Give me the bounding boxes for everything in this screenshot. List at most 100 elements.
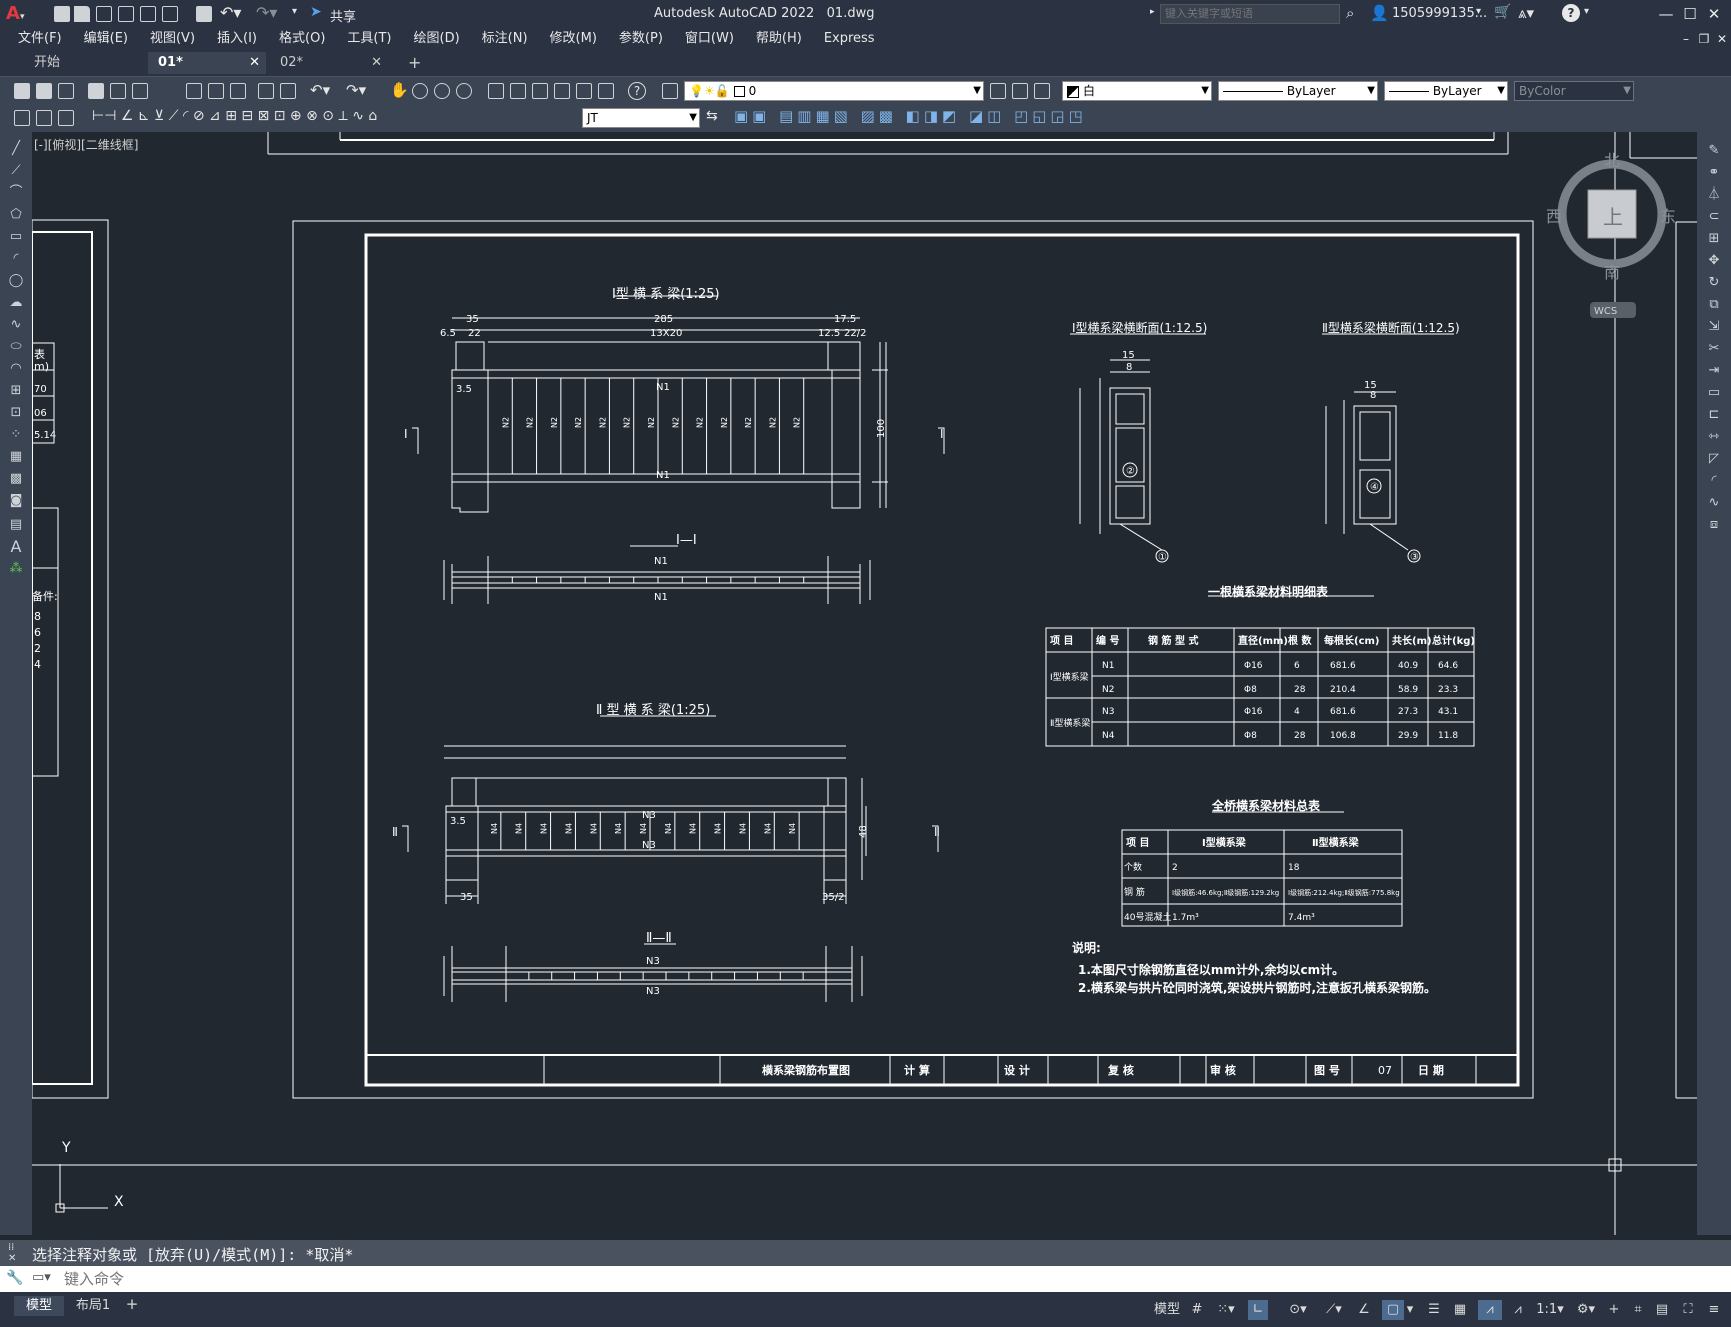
menu-format[interactable]: 格式(O) (268, 28, 336, 50)
region-icon[interactable]: ◙ (7, 492, 25, 510)
command-input[interactable] (64, 1268, 1704, 1290)
transparency-icon[interactable]: ▦ (1450, 1300, 1470, 1320)
customize-wrench-icon[interactable]: 🔧 (6, 1270, 23, 1286)
doc-close-button[interactable]: ✕ (1712, 29, 1731, 49)
rotate-icon[interactable]: ↻ (1705, 274, 1723, 292)
workspace-gear-icon[interactable]: ⚙▾ (1572, 1300, 1600, 1320)
customize-status-icon[interactable]: ≡ (1704, 1300, 1724, 1320)
autodesk-a360-icon[interactable]: ⩓▾ (1518, 4, 1534, 22)
layer-tool-icon[interactable] (14, 110, 30, 126)
layer-lock-icon[interactable]: 🔓 (715, 84, 730, 98)
make-block-icon[interactable]: ⊡ (7, 404, 25, 422)
autoscale-icon[interactable]: ⩘ (1508, 1300, 1528, 1320)
autocad-logo-icon[interactable]: A▾ (6, 4, 32, 24)
construction-line-icon[interactable]: ⟋ (7, 162, 25, 180)
move-icon[interactable]: ✥ (1705, 252, 1723, 270)
user-dropdown-icon[interactable]: ▾ (1476, 6, 1481, 17)
user-icon[interactable]: 👤 (1370, 4, 1389, 22)
add-layout-button[interactable]: + (124, 1294, 140, 1314)
menu-view[interactable]: 视图(V) (139, 28, 206, 50)
break-at-point-icon[interactable]: ▭ (1705, 384, 1723, 402)
tab-02[interactable]: 02* ✕ (270, 52, 388, 74)
menu-tools[interactable]: 工具(T) (336, 28, 402, 50)
ortho-icon[interactable]: ∟ (1248, 1300, 1268, 1320)
search-icon[interactable]: ⌕ (1346, 4, 1354, 22)
share-button[interactable]: 共享 (330, 6, 356, 25)
polyline-icon[interactable]: ⌒ (7, 184, 25, 202)
fillet-icon[interactable]: ◜ (1705, 472, 1723, 490)
rectangle-icon[interactable]: ▭ (7, 228, 25, 246)
make-current-layer-icon[interactable] (990, 83, 1006, 99)
open-file-icon[interactable] (74, 6, 90, 22)
search-input[interactable] (1160, 4, 1340, 24)
snap-icon[interactable]: ⁙▾ (1212, 1300, 1240, 1320)
sheet-set-icon[interactable] (554, 83, 570, 99)
hatch-icon[interactable]: ▦ (7, 448, 25, 466)
join-icon[interactable]: ⇿ (1705, 428, 1723, 446)
open-web-icon[interactable] (140, 6, 156, 22)
grid-icon[interactable]: # (1188, 1300, 1206, 1320)
doc-restore-button[interactable]: ❐ (1694, 29, 1714, 49)
linetype-dropdown[interactable]: ByLayer ▼ (1218, 81, 1378, 101)
cut-icon[interactable] (186, 83, 202, 99)
properties-icon[interactable] (488, 83, 504, 99)
layer-on-icon[interactable]: 💡 (689, 84, 704, 98)
dim-update-icon[interactable]: ⇆ (706, 108, 718, 124)
zoom-realtime-icon[interactable] (412, 83, 428, 99)
plotstyle-dropdown[interactable]: ByColor ▼ (1514, 81, 1634, 101)
ellipse-arc-icon[interactable]: ◠ (7, 360, 25, 378)
mirror-icon[interactable]: ⏃ (1705, 186, 1723, 204)
modify-tools-icon[interactable]: ▣▣ ▤▥▦▧ ▨▩ ◧◨◩ ◪◫ ◰◱◲◳ (734, 107, 1087, 125)
pan-icon[interactable]: ✋ (390, 81, 409, 99)
linear-dim-icon[interactable]: ⊢⊣ ∠ ⊾ ⊻ ⟋ ◜ ⊘ ⊿ ⊞ ⊟ ⊠ ⊡ ⊕ ⊗ ⊙ ⟂ ∿ ⌂ (92, 108, 377, 124)
publish-icon[interactable] (132, 83, 148, 99)
menu-help[interactable]: 帮助(H) (745, 28, 813, 50)
stretch-icon[interactable]: ⇲ (1705, 318, 1723, 336)
point-icon[interactable]: ⁘ (7, 426, 25, 444)
tab-close-icon[interactable]: ✕ (371, 52, 382, 74)
menu-modify[interactable]: 修改(M) (539, 28, 608, 50)
help-dropdown-icon[interactable]: ▾ (1584, 6, 1589, 17)
menu-draw[interactable]: 绘图(D) (403, 28, 471, 50)
break-icon[interactable]: ⊏ (1705, 406, 1723, 424)
color-dropdown[interactable]: 白 ▼ (1062, 81, 1212, 101)
copy-icon[interactable] (208, 83, 224, 99)
command-window-grip-icon[interactable]: ⁞⁞ ✕ (8, 1242, 16, 1264)
open-icon[interactable] (36, 83, 52, 99)
undo-icon[interactable]: ↶▾ (310, 81, 330, 99)
cart-icon[interactable]: 🛒 (1494, 4, 1511, 20)
block-editor-icon[interactable] (280, 83, 296, 99)
new-file-icon[interactable] (54, 6, 70, 22)
tool-palettes-icon[interactable] (532, 83, 548, 99)
share-icon[interactable]: ➤ (310, 4, 322, 20)
layer-state-icon[interactable] (1034, 83, 1050, 99)
zoom-previous-icon[interactable] (456, 83, 472, 99)
new-tab-button[interactable]: + (398, 52, 426, 74)
design-center-icon[interactable] (510, 83, 526, 99)
menu-edit[interactable]: 编辑(E) (73, 28, 139, 50)
layer-previous-icon[interactable] (1012, 83, 1028, 99)
dimstyle-dropdown[interactable]: JT ▼ (582, 108, 700, 128)
undo-icon[interactable]: ↶▾ (220, 3, 241, 22)
minimize-button[interactable]: — (1656, 4, 1676, 24)
object-snap-dropdown-icon[interactable]: ▾ (1404, 1300, 1416, 1320)
gradient-icon[interactable]: ▩ (7, 470, 25, 488)
layer-tool2-icon[interactable] (36, 110, 52, 126)
offset-icon[interactable]: ⊂ (1705, 208, 1723, 226)
table-icon[interactable]: ▤ (7, 516, 25, 534)
array-icon[interactable]: ⊞ (1705, 230, 1723, 248)
plot-preview-icon[interactable] (110, 83, 126, 99)
erase-icon[interactable]: ✎ (1705, 142, 1723, 160)
ellipse-icon[interactable]: ⬭ (7, 338, 25, 356)
annotation-visibility-icon[interactable]: ⩘ (1478, 1300, 1502, 1320)
tab-close-icon[interactable]: ✕ (249, 52, 260, 74)
save-icon[interactable] (96, 6, 112, 22)
save-icon[interactable] (58, 83, 74, 99)
doc-minimize-button[interactable]: – (1676, 29, 1696, 49)
paste-icon[interactable] (230, 83, 246, 99)
search-expand-icon[interactable]: ▸ (1150, 7, 1155, 17)
polygon-icon[interactable]: ⬠ (7, 206, 25, 224)
polar-icon[interactable]: ⊙▾ (1284, 1300, 1312, 1320)
trim-icon[interactable]: ✂ (1705, 340, 1723, 358)
object-snap-icon[interactable]: ▢ (1382, 1300, 1404, 1320)
